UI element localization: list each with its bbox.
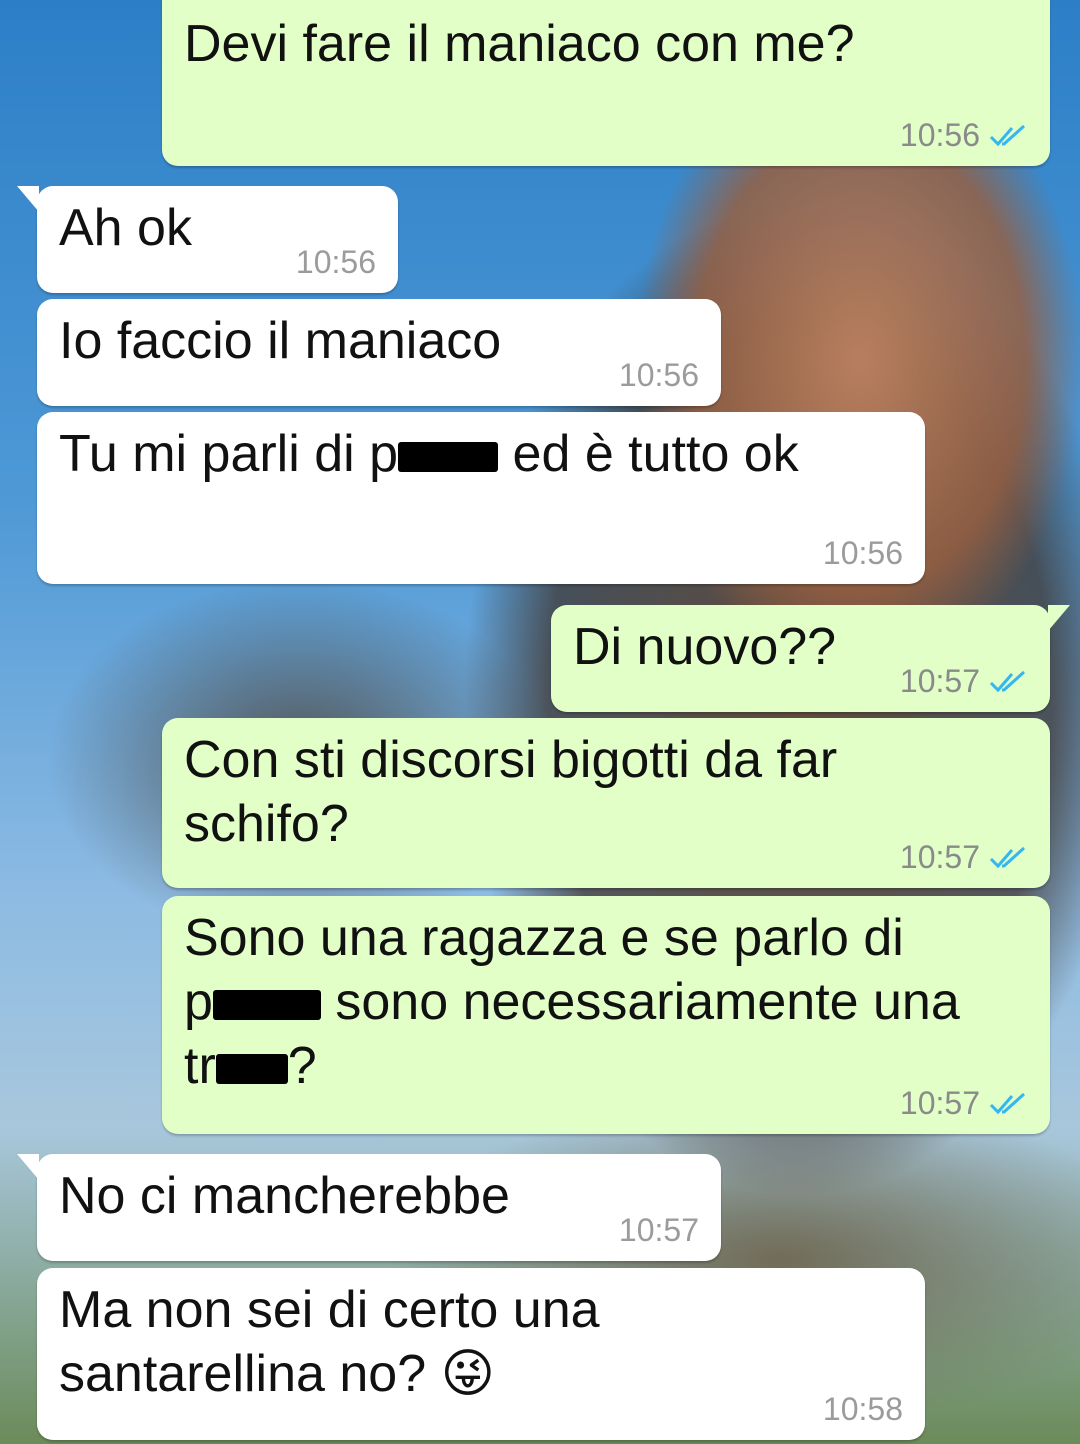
message-text: Tu mi parli di p ed è tutto ok: [59, 425, 799, 483]
message-meta: 10:58: [823, 1391, 903, 1428]
redaction-bar: [398, 442, 499, 473]
message-meta: 10:57: [900, 839, 1028, 876]
double-check-read-icon: [989, 1092, 1026, 1114]
message-text: Con sti discorsi bigotti da far schifo?: [184, 731, 838, 853]
message-meta: 10:57: [900, 663, 1028, 700]
message-bubble-outgoing[interactable]: Devi fare il maniaco con me? 10:56: [162, 0, 1050, 166]
message-meta: 10:56: [296, 244, 376, 281]
message-bubble-outgoing[interactable]: Con sti discorsi bigotti da far schifo? …: [162, 718, 1050, 888]
message-meta: 10:56: [619, 357, 699, 394]
message-time: 10:57: [899, 839, 980, 875]
message-meta: 10:56: [823, 535, 903, 572]
message-time: 10:56: [618, 357, 699, 393]
message-time: 10:57: [899, 1085, 980, 1121]
message-bubble-incoming[interactable]: Io faccio il maniaco 10:56: [37, 299, 721, 406]
double-check-read-icon: [989, 846, 1026, 868]
message-text: Di nuovo??: [573, 618, 837, 676]
message-time: 10:57: [618, 1212, 699, 1248]
message-time: 10:58: [822, 1391, 903, 1427]
message-time: 10:56: [822, 535, 903, 571]
double-check-read-icon: [989, 124, 1026, 146]
message-meta: 10:57: [900, 1085, 1028, 1122]
message-text: Ma non sei di certo una santarellina no?…: [59, 1281, 600, 1403]
message-bubble-incoming[interactable]: Ma non sei di certo una santarellina no?…: [37, 1268, 925, 1440]
redaction-bar: [212, 990, 321, 1021]
message-bubble-incoming[interactable]: No ci mancherebbe 10:57: [17, 1154, 721, 1261]
message-meta: 10:57: [619, 1212, 699, 1249]
message-text: Devi fare il maniaco con me?: [184, 15, 855, 73]
redaction-bar: [215, 1054, 288, 1085]
message-bubble-incoming[interactable]: Ah ok 10:56: [17, 186, 398, 293]
double-check-read-icon: [989, 670, 1026, 692]
message-bubble-outgoing[interactable]: Di nuovo?? 10:57: [551, 605, 1070, 712]
message-time: 10:56: [899, 117, 980, 153]
message-text: Io faccio il maniaco: [59, 312, 502, 370]
message-time: 10:57: [899, 663, 980, 699]
message-bubble-incoming[interactable]: Tu mi parli di p ed è tutto ok 10:56: [37, 412, 925, 584]
message-meta: 10:56: [900, 117, 1028, 154]
message-bubble-outgoing[interactable]: Sono una ragazza e se parlo di p sono ne…: [162, 896, 1050, 1134]
message-text: No ci mancherebbe: [59, 1167, 510, 1225]
message-text: Sono una ragazza e se parlo di p sono ne…: [184, 909, 960, 1095]
message-time: 10:56: [295, 244, 376, 280]
message-text: Ah ok: [59, 199, 192, 257]
